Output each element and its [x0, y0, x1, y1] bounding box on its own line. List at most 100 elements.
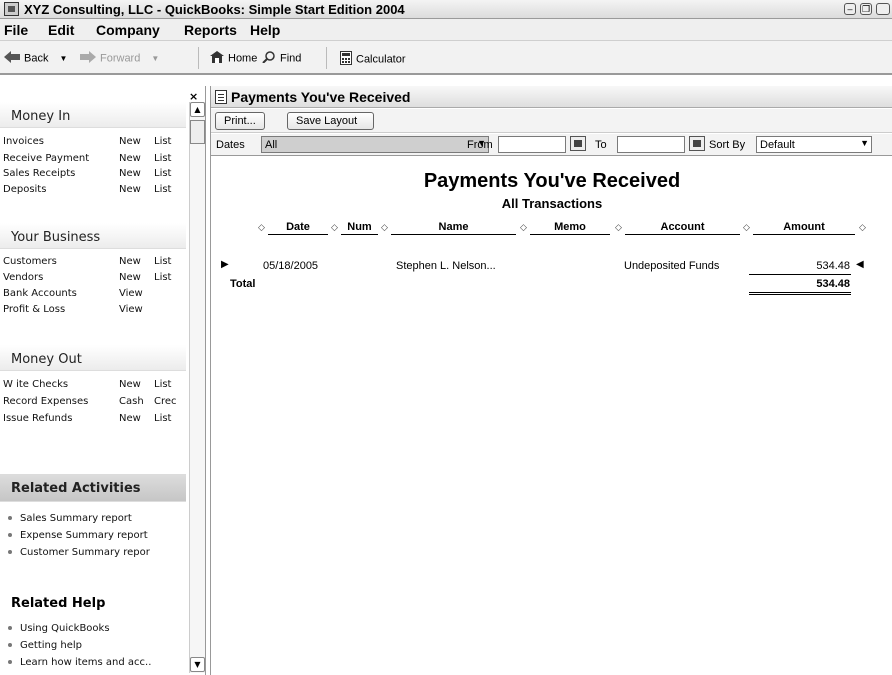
save-layout-button[interactable]: Save Layout [287, 112, 374, 130]
back-label: Back [24, 52, 49, 65]
column-drag-diamond-icon[interactable]: ◇ [258, 222, 265, 233]
row-date: 05/18/2005 [263, 260, 319, 272]
subtotal-line [749, 274, 851, 275]
nav-label: Issue Refunds [3, 413, 73, 424]
minimize-button[interactable]: – [844, 3, 856, 15]
scroll-up-icon[interactable]: ▲ [190, 102, 205, 117]
nav-new-link[interactable]: New [119, 168, 141, 179]
back-button[interactable]: Back ▼ [4, 51, 67, 66]
related-activity-link[interactable]: Sales Summary report [8, 513, 132, 524]
menu-reports[interactable]: Reports [184, 22, 237, 38]
nav-list-link[interactable]: List [154, 184, 171, 195]
column-header-num[interactable]: Num [341, 221, 378, 235]
toolbar-separator [198, 47, 199, 69]
report-filter-bar: Dates All ▼ From To Sort By Default ▼ [211, 134, 892, 156]
nav-new-link[interactable]: New [119, 184, 141, 195]
nav-new-link[interactable]: New [119, 136, 141, 147]
report-heading: Payments You've Received [423, 170, 681, 192]
row-selector-arrow-icon: ▶ [221, 259, 229, 270]
column-header-account[interactable]: Account [625, 221, 740, 235]
nav-new-link[interactable]: New [119, 272, 141, 283]
home-button[interactable]: Home [210, 51, 257, 66]
menu-company[interactable]: Company [96, 22, 160, 38]
related-activity-link[interactable]: Customer Summary repor [8, 547, 150, 558]
forward-arrow-icon [80, 51, 96, 66]
column-header-memo[interactable]: Memo [530, 221, 610, 235]
nav-list-link[interactable]: List [154, 256, 171, 267]
nav-row-write-checks: W ite Checks New List [3, 379, 171, 390]
menu-edit[interactable]: Edit [48, 22, 74, 38]
to-date-field[interactable] [617, 136, 685, 153]
menu-help[interactable]: Help [250, 22, 280, 38]
find-button[interactable]: Find [262, 51, 301, 66]
money-in-header: Money In [0, 102, 186, 128]
nav-view-link[interactable]: View [119, 304, 143, 315]
nav-label: Vendors [3, 272, 44, 283]
restore-button[interactable]: ❐ [860, 3, 872, 15]
nav-list-link[interactable]: List [154, 379, 171, 390]
report-subheading: All Transactions [501, 196, 603, 211]
from-label: From [467, 139, 493, 151]
toolbar-separator [326, 47, 327, 69]
scroll-thumb[interactable] [190, 120, 205, 144]
related-activity-link[interactable]: Expense Summary report [8, 530, 148, 541]
nav-new-link[interactable]: New [119, 153, 141, 164]
related-help-header: Related Help [11, 596, 106, 611]
related-help-link[interactable]: Using QuickBooks [8, 623, 110, 634]
column-drag-diamond-icon[interactable]: ◇ [615, 222, 622, 233]
nav-new-link[interactable]: New [119, 413, 141, 424]
forward-button[interactable]: Forward ▼ [80, 51, 159, 66]
report-document-icon [215, 90, 227, 104]
column-header-name[interactable]: Name [391, 221, 516, 235]
nav-list-link[interactable]: List [154, 168, 171, 179]
calculator-button[interactable]: Calculator [340, 51, 406, 68]
column-drag-diamond-icon[interactable]: ◇ [743, 222, 750, 233]
column-drag-diamond-icon[interactable]: ◇ [520, 222, 527, 233]
chevron-down-icon: ▼ [860, 138, 869, 148]
column-drag-diamond-icon[interactable]: ◇ [381, 222, 388, 233]
dates-dropdown[interactable]: All ▼ [261, 136, 489, 153]
nav-view-link[interactable]: View [119, 288, 143, 299]
home-icon [210, 51, 224, 66]
nav-cash-link[interactable]: Cash [119, 396, 144, 407]
column-header-amount[interactable]: Amount [753, 221, 855, 235]
print-button[interactable]: Print... [215, 112, 265, 130]
nav-credit-link[interactable]: Crec [154, 396, 177, 407]
nav-row-deposits: Deposits New List [3, 184, 171, 195]
find-magnifier-icon [262, 51, 276, 66]
related-help-link[interactable]: Learn how items and acc.. [8, 657, 151, 668]
from-date-field[interactable] [498, 136, 566, 153]
related-help-link[interactable]: Getting help [8, 640, 82, 651]
back-dropdown-icon[interactable]: ▼ [60, 54, 68, 63]
from-calendar-icon[interactable] [570, 136, 586, 151]
navigator-panel: × ▲ ▼ Money In Invoices New List Receive… [0, 86, 206, 675]
quickbooks-app-icon[interactable] [4, 2, 19, 16]
row-account: Undeposited Funds [624, 260, 720, 272]
menu-file[interactable]: File [4, 22, 28, 38]
nav-label: Profit & Loss [3, 304, 66, 315]
nav-row-vendors: Vendors New List [3, 272, 171, 283]
nav-list-link[interactable]: List [154, 413, 171, 424]
column-drag-diamond-icon[interactable]: ◇ [331, 222, 338, 233]
column-drag-diamond-icon[interactable]: ◇ [859, 222, 866, 233]
nav-list-link[interactable]: List [154, 153, 171, 164]
forward-dropdown-icon[interactable]: ▼ [151, 54, 159, 63]
scroll-down-icon[interactable]: ▼ [190, 657, 205, 672]
column-header-date[interactable]: Date [268, 221, 328, 235]
menu-bar: File Edit Company Reports Help [0, 19, 892, 41]
nav-list-link[interactable]: List [154, 136, 171, 147]
nav-new-link[interactable]: New [119, 379, 141, 390]
close-button[interactable] [876, 3, 890, 15]
nav-row-bank-accounts: Bank Accounts View [3, 288, 143, 299]
total-amount: 534.48 [816, 278, 850, 290]
nav-label: Customers [3, 256, 57, 267]
sort-by-dropdown[interactable]: Default ▼ [756, 136, 872, 153]
nav-new-link[interactable]: New [119, 256, 141, 267]
navigator-scrollbar[interactable]: ▲ ▼ [189, 102, 205, 673]
related-activities-header: Related Activities [0, 474, 186, 502]
to-calendar-icon[interactable] [689, 136, 705, 151]
row-name: Stephen L. Nelson... [396, 260, 496, 272]
nav-list-link[interactable]: List [154, 272, 171, 283]
sort-by-label: Sort By [709, 139, 746, 151]
nav-label: Record Expenses [3, 396, 89, 407]
